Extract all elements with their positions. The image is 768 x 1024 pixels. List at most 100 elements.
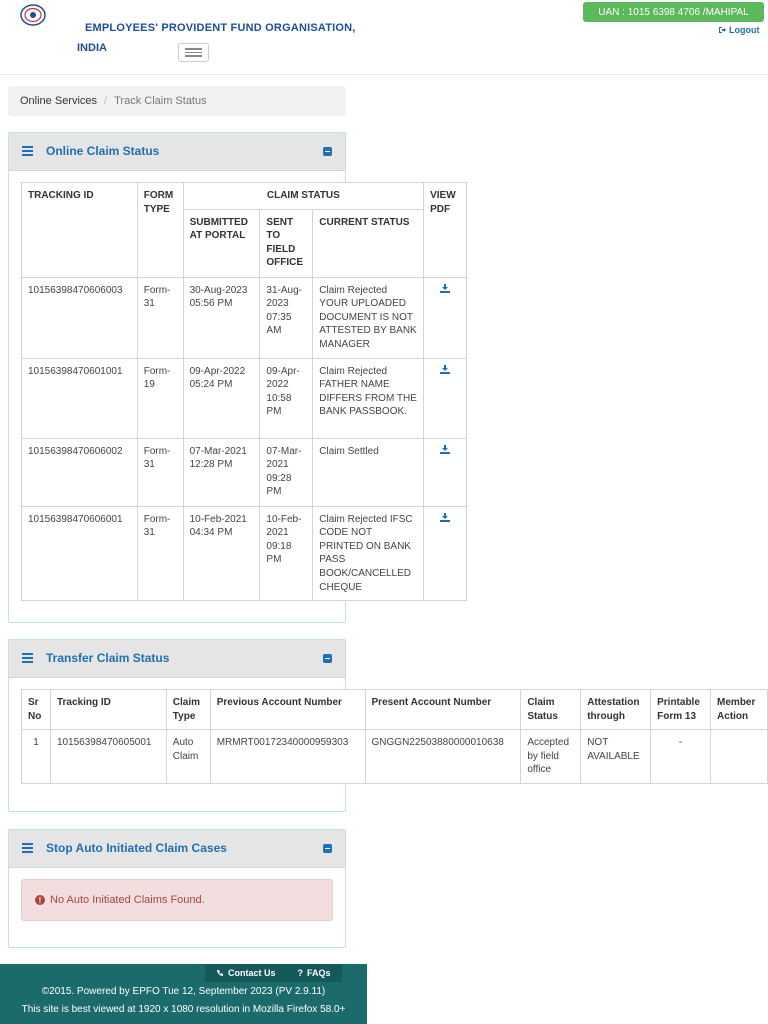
col-current-status: CURRENT STATUS bbox=[312, 208, 425, 278]
cell-sent: 07-Mar-2021 09:28 PM bbox=[259, 437, 314, 507]
cell-claim-status: Accepted by field office bbox=[520, 729, 582, 784]
epfo-logo-icon bbox=[20, 4, 46, 26]
panel-heading: Online Claim Status bbox=[9, 133, 345, 171]
cell-tracking-id: 10156398470606001 bbox=[21, 505, 138, 602]
col-claim-type: Claim Type bbox=[165, 688, 211, 731]
cell-previous-account: MRMRT00172340000959303 bbox=[209, 729, 366, 784]
transfer-claim-table: Sr No Tracking ID Claim Type Previous Ac… bbox=[21, 688, 768, 784]
col-claim-status: Claim Status bbox=[520, 688, 582, 731]
cell-view-pdf bbox=[423, 357, 467, 439]
cell-tracking-id: 10156398470606003 bbox=[21, 276, 138, 359]
collapse-icon[interactable] bbox=[323, 654, 332, 663]
cell-sent: 31-Aug-2023 07:35 AM bbox=[259, 276, 314, 359]
uan-badge[interactable]: UAN : 1015 6398 4706 /MAHIPAL bbox=[583, 2, 764, 22]
cell-form13: - bbox=[650, 729, 712, 784]
faqs-label: FAQs bbox=[307, 968, 331, 978]
logout-link[interactable]: Logout bbox=[718, 25, 760, 35]
cell-member-action bbox=[710, 729, 768, 784]
cell-claim-type: Auto Claim bbox=[165, 729, 211, 784]
cell-current-status: Claim Settled bbox=[312, 437, 425, 507]
table-row: 10156398470601001 Form-19 09-Apr-2022 05… bbox=[21, 357, 467, 439]
cell-submitted: 07-Mar-2021 12:28 PM bbox=[182, 437, 261, 507]
cell-attestation: NOT AVAILABLE bbox=[580, 729, 652, 784]
cell-view-pdf bbox=[423, 505, 467, 602]
online-claim-table: TRACKING ID FORM TYPE CLAIM STATUS VIEW … bbox=[21, 182, 467, 602]
cell-tracking-id: 10156398470605001 bbox=[49, 729, 167, 784]
cell-submitted: 09-Apr-2022 05:24 PM bbox=[182, 357, 261, 439]
cell-view-pdf bbox=[423, 437, 467, 507]
panel-title: Online Claim Status bbox=[46, 144, 160, 158]
breadcrumb-online-services[interactable]: Online Services bbox=[20, 95, 97, 107]
collapse-icon[interactable] bbox=[323, 147, 332, 156]
site-footer: Contact Us ? FAQs ©2015. Powered by EPFO… bbox=[0, 964, 367, 1024]
panel-heading: Transfer Claim Status bbox=[9, 640, 345, 678]
panel-title: Transfer Claim Status bbox=[46, 651, 170, 665]
cell-form-type: Form-31 bbox=[136, 276, 184, 359]
breadcrumb: Online Services / Track Claim Status bbox=[8, 86, 346, 116]
cell-submitted: 30-Aug-2023 05:56 PM bbox=[182, 276, 261, 359]
cell-current-status: Claim Rejected IFSC CODE NOT PRINTED ON … bbox=[312, 505, 425, 602]
col-form-type: FORM TYPE bbox=[136, 182, 184, 278]
contact-us-link[interactable]: Contact Us bbox=[205, 968, 287, 978]
logout-icon bbox=[719, 27, 726, 33]
faqs-link[interactable]: ? FAQs bbox=[287, 968, 342, 978]
alert-message: No Auto Initiated Claims Found. bbox=[50, 894, 205, 906]
download-icon[interactable] bbox=[440, 444, 451, 454]
cell-submitted: 10-Feb-2021 04:34 PM bbox=[182, 505, 261, 602]
site-header: EMPLOYEES' PROVIDENT FUND ORGANISATION, … bbox=[0, 0, 768, 75]
nav-toggle-button[interactable] bbox=[178, 43, 209, 62]
footer-links: Contact Us ? FAQs bbox=[205, 964, 342, 982]
list-icon bbox=[22, 653, 33, 663]
org-country: INDIA bbox=[77, 42, 107, 54]
footer-browser-note: This site is best viewed at 1920 x 1080 … bbox=[21, 1004, 346, 1015]
download-icon[interactable] bbox=[440, 512, 451, 522]
panel-heading: Stop Auto Initiated Claim Cases bbox=[9, 830, 345, 868]
cell-sent: 09-Apr-2022 10:58 PM bbox=[259, 357, 314, 439]
table-header-row: Sr No Tracking ID Claim Type Previous Ac… bbox=[21, 688, 768, 731]
col-attestation: Attestation through bbox=[580, 688, 652, 731]
col-tracking-id: TRACKING ID bbox=[21, 182, 138, 278]
col-sent: SENT TO FIELD OFFICE bbox=[259, 208, 314, 278]
logout-label: Logout bbox=[729, 25, 760, 35]
cell-form-type: Form-31 bbox=[136, 505, 184, 602]
cell-tracking-id: 10156398470601001 bbox=[21, 357, 138, 439]
cell-view-pdf bbox=[423, 276, 467, 359]
table-row: 10156398470606002 Form-31 07-Mar-2021 12… bbox=[21, 437, 467, 507]
table-row: 10156398470606003 Form-31 30-Aug-2023 05… bbox=[21, 276, 467, 359]
exclamation-icon: ! bbox=[35, 895, 45, 905]
col-claim-status: CLAIM STATUS bbox=[182, 182, 425, 210]
col-tracking-id: Tracking ID bbox=[49, 688, 167, 731]
col-member-action: Member Action bbox=[710, 688, 768, 731]
table-row: 1 10156398470605001 Auto Claim MRMRT0017… bbox=[21, 729, 768, 784]
col-form13: Printable Form 13 bbox=[650, 688, 712, 731]
cell-present-account: GNGGN22503880000010638 bbox=[364, 729, 522, 784]
col-submitted: SUBMITTED AT PORTAL bbox=[182, 208, 261, 278]
col-sr-no: Sr No bbox=[21, 688, 51, 731]
breadcrumb-separator: / bbox=[104, 95, 108, 107]
cell-form-type: Form-19 bbox=[136, 357, 184, 439]
question-icon: ? bbox=[297, 968, 304, 978]
collapse-icon[interactable] bbox=[323, 844, 332, 853]
cell-current-status: Claim Rejected FATHER NAME DIFFERS FROM … bbox=[312, 357, 425, 439]
table-header-row: TRACKING ID FORM TYPE CLAIM STATUS VIEW … bbox=[21, 182, 467, 278]
cell-tracking-id: 10156398470606002 bbox=[21, 437, 138, 507]
list-icon bbox=[22, 146, 33, 156]
list-icon bbox=[22, 843, 33, 853]
col-present-account: Present Account Number bbox=[364, 688, 522, 731]
cell-form-type: Form-31 bbox=[136, 437, 184, 507]
download-icon[interactable] bbox=[440, 283, 451, 293]
menu-icon bbox=[185, 48, 202, 50]
no-claims-alert: ! No Auto Initiated Claims Found. bbox=[21, 879, 333, 921]
cell-sent: 10-Feb-2021 09:18 PM bbox=[259, 505, 314, 602]
cell-sr-no: 1 bbox=[21, 729, 51, 784]
breadcrumb-track-claim-status: Track Claim Status bbox=[114, 95, 207, 107]
org-name: EMPLOYEES' PROVIDENT FUND ORGANISATION, bbox=[85, 22, 356, 34]
download-icon[interactable] bbox=[440, 364, 451, 374]
table-row: 10156398470606001 Form-31 10-Feb-2021 04… bbox=[21, 505, 467, 602]
panel-title: Stop Auto Initiated Claim Cases bbox=[46, 841, 227, 855]
contact-us-label: Contact Us bbox=[228, 968, 276, 978]
phone-icon bbox=[217, 970, 223, 976]
cell-current-status: Claim Rejected YOUR UPLOADED DOCUMENT IS… bbox=[312, 276, 425, 359]
col-previous-account: Previous Account Number bbox=[209, 688, 366, 731]
col-view-pdf: VIEW PDF bbox=[423, 182, 467, 278]
